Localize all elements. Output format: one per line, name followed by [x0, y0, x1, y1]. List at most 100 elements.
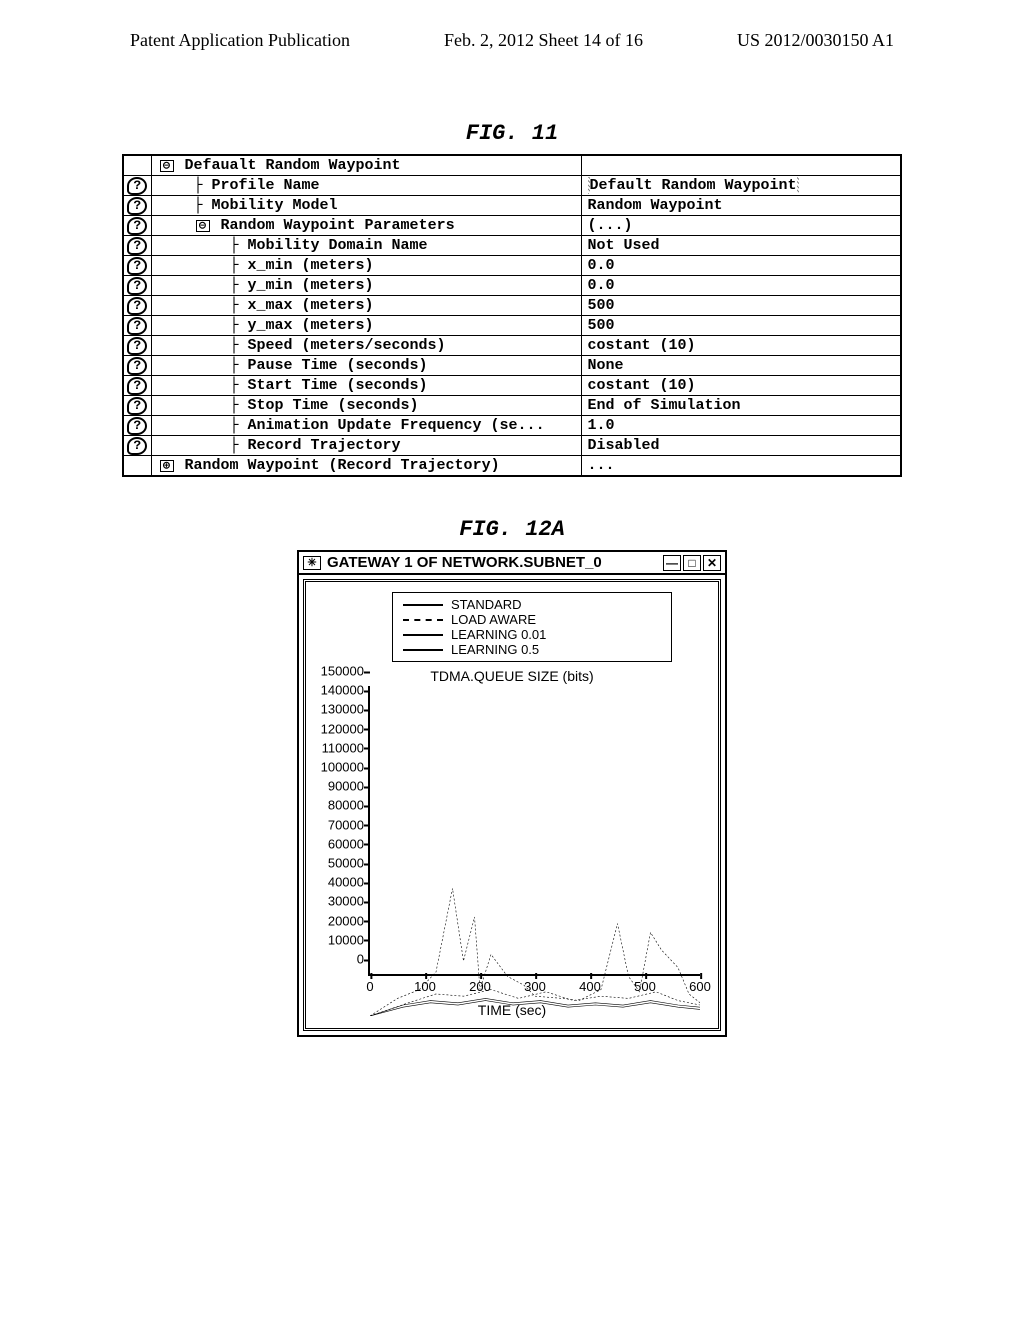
param-label-text: y_max (meters) [248, 317, 374, 334]
expand-icon[interactable]: ⊕ [160, 460, 174, 472]
header-left: Patent Application Publication [130, 30, 350, 51]
param-label[interactable]: ├ Start Time (seconds) [151, 376, 581, 396]
close-button[interactable]: ✕ [703, 555, 721, 571]
param-label-text: Speed (meters/seconds) [248, 337, 446, 354]
series-line [370, 888, 700, 1016]
param-value[interactable]: Not Used [581, 236, 901, 256]
help-icon[interactable]: ? [127, 417, 147, 435]
param-value[interactable]: 0.0 [581, 256, 901, 276]
param-label-text: Record Trajectory [248, 437, 401, 454]
y-tick: 130000 [314, 702, 364, 717]
param-value[interactable]: 500 [581, 296, 901, 316]
help-icon[interactable]: ? [127, 397, 147, 415]
help-icon[interactable]: ? [127, 377, 147, 395]
param-label-text: Animation Update Frequency (se... [248, 417, 545, 434]
param-label[interactable]: ⊖ Defaualt Random Waypoint [151, 155, 581, 176]
param-label-text: x_max (meters) [248, 297, 374, 314]
param-value[interactable]: Default Random Waypoint [581, 176, 901, 196]
help-icon-cell[interactable]: ? [123, 176, 151, 196]
param-label[interactable]: ├ Profile Name [151, 176, 581, 196]
param-value[interactable]: (...) [581, 216, 901, 236]
help-icon-cell[interactable]: ? [123, 196, 151, 216]
param-label[interactable]: ├ y_min (meters) [151, 276, 581, 296]
table-row: ? ├ Stop Time (seconds)End of Simulation [123, 396, 901, 416]
help-icon[interactable]: ? [127, 357, 147, 375]
param-value[interactable]: ... [581, 456, 901, 477]
minimize-button[interactable]: — [663, 555, 681, 571]
table-row: ? ├ x_max (meters)500 [123, 296, 901, 316]
param-value[interactable]: 0.0 [581, 276, 901, 296]
param-label-text: Mobility Domain Name [248, 237, 428, 254]
table-row: ⊖ Defaualt Random Waypoint [123, 155, 901, 176]
y-tick: 90000 [314, 779, 364, 794]
help-icon-cell[interactable]: ? [123, 396, 151, 416]
help-icon-cell[interactable]: ? [123, 416, 151, 436]
param-value[interactable]: None [581, 356, 901, 376]
help-icon-cell[interactable]: ? [123, 336, 151, 356]
y-tick: 70000 [314, 817, 364, 832]
help-icon-cell[interactable]: ? [123, 256, 151, 276]
fig12a-title: FIG. 12A [0, 517, 1024, 542]
x-tick: 200 [469, 979, 491, 994]
param-label[interactable]: ├ Mobility Model [151, 196, 581, 216]
help-icon[interactable]: ? [127, 237, 147, 255]
y-tick: 80000 [314, 798, 364, 813]
param-label-text: y_min (meters) [248, 277, 374, 294]
param-label[interactable]: ├ x_max (meters) [151, 296, 581, 316]
help-icon-cell[interactable]: ? [123, 376, 151, 396]
y-tick: 10000 [314, 932, 364, 947]
maximize-button[interactable]: □ [683, 555, 701, 571]
collapse-icon[interactable]: ⊖ [196, 220, 210, 232]
help-icon[interactable]: ? [127, 177, 147, 195]
help-icon-cell[interactable]: ? [123, 236, 151, 256]
legend-item: LOAD AWARE [451, 612, 536, 627]
param-value[interactable]: 500 [581, 316, 901, 336]
param-label[interactable]: ├ x_min (meters) [151, 256, 581, 276]
help-icon-cell[interactable]: ? [123, 276, 151, 296]
param-value[interactable]: costant (10) [581, 376, 901, 396]
help-icon-cell[interactable]: ? [123, 436, 151, 456]
table-row: ? ├ Mobility Domain NameNot Used [123, 236, 901, 256]
param-value[interactable]: Random Waypoint [581, 196, 901, 216]
param-label[interactable]: ⊕ Random Waypoint (Record Trajectory) [151, 456, 581, 477]
help-icon[interactable]: ? [127, 277, 147, 295]
param-value[interactable] [581, 155, 901, 176]
y-tick: 40000 [314, 875, 364, 890]
table-row: ? ├ Record TrajectoryDisabled [123, 436, 901, 456]
help-icon[interactable]: ? [127, 297, 147, 315]
param-label[interactable]: ├ Record Trajectory [151, 436, 581, 456]
y-tick: 30000 [314, 894, 364, 909]
chart-title: TDMA.QUEUE SIZE (bits) [312, 668, 712, 684]
help-icon-cell[interactable]: ? [123, 356, 151, 376]
param-label[interactable]: ├ y_max (meters) [151, 316, 581, 336]
y-tick: 140000 [314, 683, 364, 698]
help-icon-cell[interactable]: ? [123, 216, 151, 236]
param-value[interactable]: End of Simulation [581, 396, 901, 416]
window-title: GATEWAY 1 OF NETWORK.SUBNET_0 [327, 554, 602, 571]
help-icon-cell[interactable]: ? [123, 316, 151, 336]
param-label[interactable]: ├ Animation Update Frequency (se... [151, 416, 581, 436]
x-tick: 400 [579, 979, 601, 994]
param-value[interactable]: 1.0 [581, 416, 901, 436]
chart-area: 0100002000030000400005000060000700008000… [368, 686, 700, 976]
help-icon[interactable]: ? [127, 217, 147, 235]
param-value[interactable]: Disabled [581, 436, 901, 456]
table-row: ? ├ Start Time (seconds)costant (10) [123, 376, 901, 396]
param-label[interactable]: ⊖ Random Waypoint Parameters [151, 216, 581, 236]
table-row: ? ├ y_max (meters)500 [123, 316, 901, 336]
help-icon[interactable]: ? [127, 337, 147, 355]
param-label[interactable]: ├ Stop Time (seconds) [151, 396, 581, 416]
param-value[interactable]: costant (10) [581, 336, 901, 356]
y-tick: 110000 [314, 740, 364, 755]
table-row: ? ├ Pause Time (seconds)None [123, 356, 901, 376]
help-icon[interactable]: ? [127, 437, 147, 455]
param-label[interactable]: ├ Speed (meters/seconds) [151, 336, 581, 356]
help-icon-cell[interactable]: ? [123, 296, 151, 316]
help-icon[interactable]: ? [127, 257, 147, 275]
param-label[interactable]: ├ Mobility Domain Name [151, 236, 581, 256]
collapse-icon[interactable]: ⊖ [160, 160, 174, 172]
help-icon[interactable]: ? [127, 197, 147, 215]
table-row: ? ⊖ Random Waypoint Parameters(...) [123, 216, 901, 236]
help-icon[interactable]: ? [127, 317, 147, 335]
param-label[interactable]: ├ Pause Time (seconds) [151, 356, 581, 376]
